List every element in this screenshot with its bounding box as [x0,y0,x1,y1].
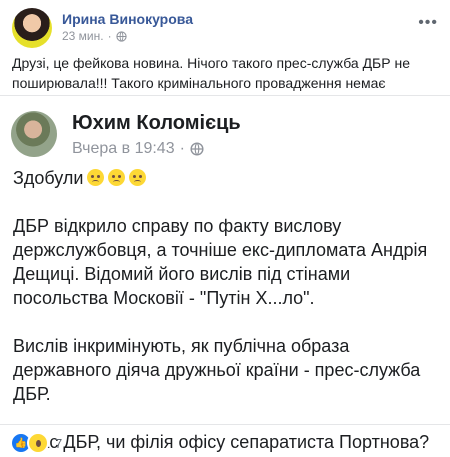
reactions-bar[interactable]: 👍 7 [10,432,62,454]
frowning-face-icon [87,169,105,186]
shared-paragraph: Здобули [13,166,443,190]
post-meta: 23 мин. · [62,29,127,43]
more-options-icon[interactable]: ••• [418,14,438,32]
wow-reaction-icon [27,432,49,454]
post-time[interactable]: 23 мин. [62,29,104,43]
reaction-count[interactable]: 7 [55,436,62,451]
globe-icon [190,142,204,156]
frowning-face-icon [129,169,147,186]
shared-author-name[interactable]: Юхим Коломієць [72,112,241,135]
post-text: Друзі, це фейкова новина. Нічого такого … [12,55,410,91]
shared-post[interactable]: Юхим Коломієць Вчера в 19:43 · Здобули Д… [0,95,450,452]
author-name[interactable]: Ирина Винокурова [62,11,193,27]
meta-separator: · [107,29,112,43]
shared-author-avatar[interactable] [11,111,57,157]
shared-paragraph: У нас ДБР, чи філія офісу сепаратиста По… [13,432,430,452]
shared-post-body: Здобули ДБР відкрило справу по факту вис… [13,156,443,454]
globe-icon[interactable] [115,30,127,42]
facebook-post: Ирина Винокурова 23 мин. · ••• Друзі, це… [0,0,450,457]
shared-paragraph: ДБР відкрило справу по факту вислову дер… [13,216,428,308]
confused-face-icon [108,169,126,186]
shared-paragraph: Вислів інкримінують, як публічна образа … [13,336,421,404]
author-avatar[interactable] [12,8,52,48]
